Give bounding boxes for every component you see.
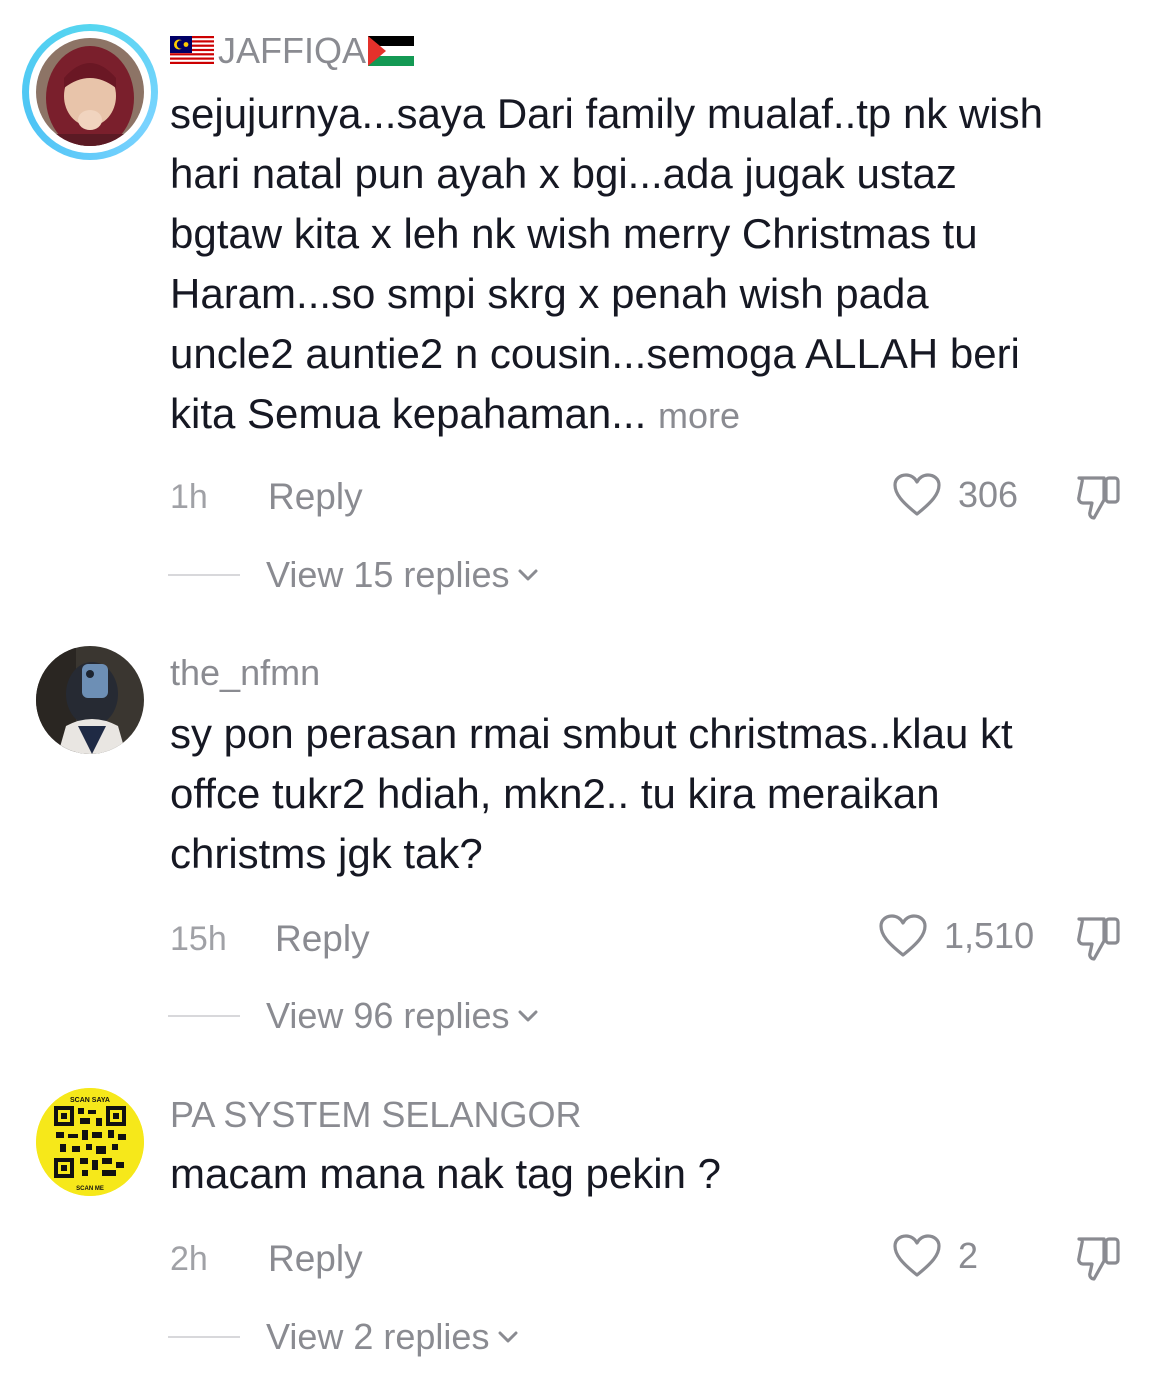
palestine-flag-icon	[368, 36, 415, 66]
like-button[interactable]: 306	[892, 472, 1018, 518]
comment-username[interactable]: JAFFIQA	[170, 30, 415, 72]
heart-icon	[893, 473, 941, 516]
svg-text:SCAN ME: SCAN ME	[76, 1186, 104, 1192]
svg-text:SCAN SAYA: SCAN SAYA	[70, 1097, 110, 1104]
reply-button[interactable]: Reply	[268, 476, 363, 518]
username-text[interactable]: JAFFIQA	[218, 30, 366, 72]
reply-button[interactable]: Reply	[268, 1238, 363, 1280]
comment-time: 15h	[170, 920, 227, 958]
comment-text: sy pon perasan rmai smbut christmas..kla…	[170, 710, 1013, 877]
comment-text: macam mana nak tag pekin ?	[170, 1150, 721, 1197]
like-button[interactable]: 2	[892, 1233, 978, 1279]
avatar[interactable]	[36, 646, 144, 754]
heart-icon	[893, 1234, 941, 1277]
view-replies-button[interactable]: View 2 replies	[168, 1316, 521, 1358]
dislike-icon[interactable]	[1072, 913, 1124, 965]
view-replies-label: View 96 replies	[266, 995, 510, 1036]
avatar[interactable]: SCAN SAYA SCAN ME	[36, 1088, 144, 1196]
divider	[168, 574, 240, 576]
comment-time: 1h	[170, 478, 208, 516]
divider	[168, 1015, 240, 1017]
like-count: 2	[958, 1235, 979, 1276]
dislike-icon[interactable]	[1072, 1233, 1124, 1285]
heart-icon	[879, 914, 927, 957]
like-count: 1,510	[944, 915, 1035, 956]
view-replies-label: View 2 replies	[266, 1316, 490, 1357]
chevron-down-icon	[518, 1010, 538, 1022]
avatar[interactable]	[36, 38, 144, 146]
comment-time: 2h	[170, 1240, 208, 1278]
chevron-down-icon	[498, 1331, 518, 1343]
view-replies-button[interactable]: View 15 replies	[168, 554, 541, 596]
like-button[interactable]: 1,510	[878, 913, 1034, 959]
dislike-icon[interactable]	[1072, 472, 1124, 524]
comment-text: sejujurnya...saya Dari family mualaf..tp…	[170, 90, 1043, 437]
malaysia-flag-icon	[170, 36, 214, 66]
like-count: 306	[958, 474, 1019, 515]
more-link[interactable]: more	[658, 395, 740, 436]
reply-button[interactable]: Reply	[275, 918, 370, 960]
comment-username[interactable]: PA SYSTEM SELANGOR	[170, 1094, 581, 1136]
chevron-down-icon	[518, 569, 538, 581]
view-replies-button[interactable]: View 96 replies	[168, 995, 541, 1037]
view-replies-label: View 15 replies	[266, 554, 510, 595]
divider	[168, 1336, 240, 1338]
comment-username[interactable]: the_nfmn	[170, 652, 320, 694]
